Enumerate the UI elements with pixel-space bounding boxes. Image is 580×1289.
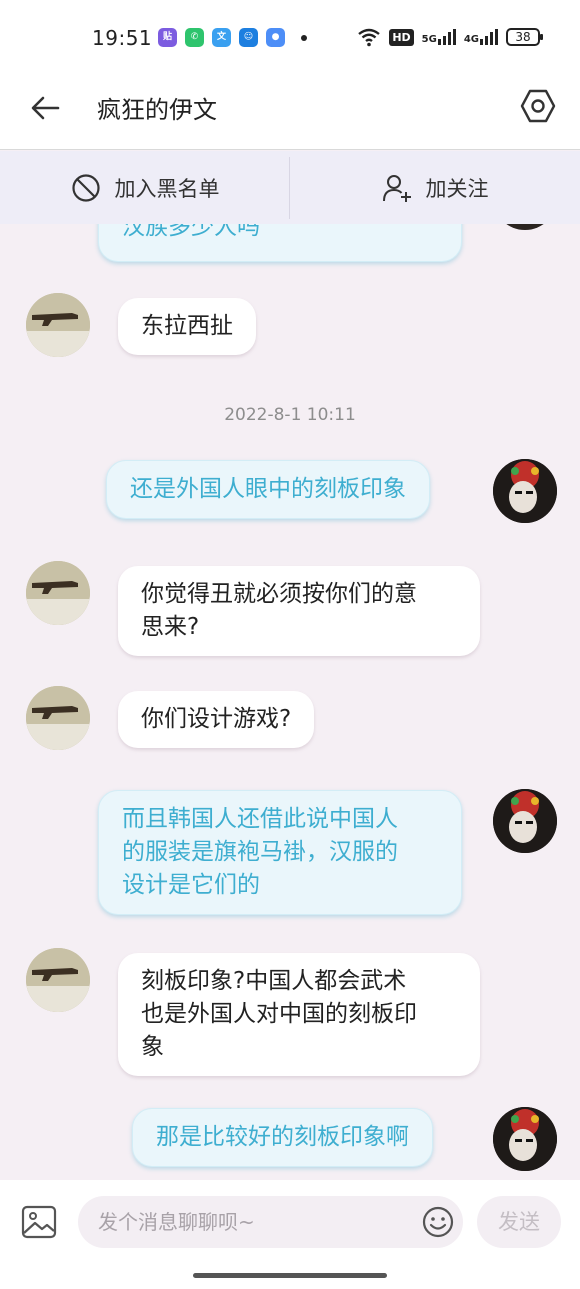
gun-avatar-icon — [26, 686, 90, 750]
message-bubble-outgoing[interactable]: 而且韩国人还借此说中国人 的服装是旗袍马褂，汉服的 设计是它们的 — [98, 790, 462, 915]
gun-avatar-icon — [26, 561, 90, 625]
image-icon[interactable] — [20, 1203, 58, 1241]
more-notifications-icon — [301, 34, 307, 41]
contact-avatar[interactable] — [26, 948, 90, 1012]
status-time: 19:51 — [92, 26, 153, 50]
settings-icon[interactable] — [518, 86, 558, 126]
action-divider — [289, 157, 290, 219]
back-arrow-icon[interactable] — [28, 90, 64, 126]
contact-avatar[interactable] — [26, 561, 90, 625]
follow-button[interactable]: 加关注 — [290, 151, 580, 224]
my-avatar[interactable] — [493, 789, 557, 853]
action-bar: 加入黑名单 加关注 — [0, 151, 580, 224]
signal-4g-icon: 4G — [464, 29, 498, 45]
message-bubble-outgoing[interactable]: 那是比较好的刻板印象啊 — [132, 1108, 433, 1167]
status-indicators: HD 5G 4G 38 — [357, 27, 543, 47]
chat-header: 疯狂的伊文 — [0, 76, 580, 150]
message-bubble-incoming[interactable]: 你们设计游戏? — [118, 691, 315, 748]
emoji-icon[interactable] — [420, 1204, 456, 1240]
my-avatar[interactable] — [493, 224, 557, 230]
network-4g-label: 4G — [463, 34, 479, 45]
input-bar: 发送 — [0, 1180, 580, 1289]
blacklist-label: 加入黑名单 — [114, 176, 220, 201]
gun-avatar-icon — [26, 293, 90, 357]
message-app-icon: ● — [266, 28, 285, 47]
contact-avatar[interactable] — [26, 293, 90, 357]
add-user-icon — [382, 174, 411, 202]
battery-icon: 38 — [506, 28, 543, 46]
notification-icons: 贴 ✆ 文 ☺ ● — [158, 28, 307, 47]
bluetooth-app-icon: 贴 — [158, 28, 177, 47]
message-timestamp: 2022-8-1 10:11 — [224, 405, 356, 425]
hd-badge: HD — [389, 28, 414, 46]
status-bar: 19:51 贴 ✆ 文 ☺ ● HD 5G 4G 38 — [0, 0, 580, 76]
message-bubble-outgoing[interactable]: 还是外国人眼中的刻板印象 — [106, 460, 430, 519]
robot-app-icon: ☺ — [239, 28, 258, 47]
translate-app-icon: 文 — [212, 28, 231, 47]
opera-mask-avatar-icon — [493, 789, 557, 853]
message-input[interactable] — [78, 1196, 463, 1248]
message-bubble-incoming[interactable]: 刻板印象?中国人都会武术 也是外国人对中国的刻板印 象 — [118, 953, 480, 1076]
opera-mask-avatar-icon — [493, 1107, 557, 1171]
send-button[interactable]: 发送 — [477, 1196, 561, 1248]
follow-label: 加关注 — [425, 176, 489, 201]
block-icon — [71, 173, 100, 202]
contact-avatar[interactable] — [26, 686, 90, 750]
home-indicator[interactable] — [193, 1273, 387, 1278]
gun-avatar-icon — [26, 948, 90, 1012]
my-avatar[interactable] — [493, 459, 557, 523]
message-bubble-outgoing[interactable]: 汉族多少人吗 — [98, 224, 462, 262]
signal-5g-icon: 5G — [422, 29, 456, 45]
message-bubble-incoming[interactable]: 东拉西扯 — [118, 298, 256, 355]
wifi-icon — [358, 28, 381, 47]
network-5g-label: 5G — [421, 34, 437, 45]
my-avatar[interactable] — [493, 1107, 557, 1171]
chat-list[interactable]: 汉族多少人吗 东拉西扯 2022-8-1 10:11 还是外国人眼中的刻板印象 … — [0, 224, 580, 1180]
page-title: 疯狂的伊文 — [97, 96, 217, 124]
message-bubble-incoming[interactable]: 你觉得丑就必须按你们的意 思来? — [118, 566, 480, 656]
blacklist-button[interactable]: 加入黑名单 — [0, 151, 290, 224]
phone-app-icon: ✆ — [185, 28, 204, 47]
opera-mask-avatar-icon — [493, 459, 557, 523]
